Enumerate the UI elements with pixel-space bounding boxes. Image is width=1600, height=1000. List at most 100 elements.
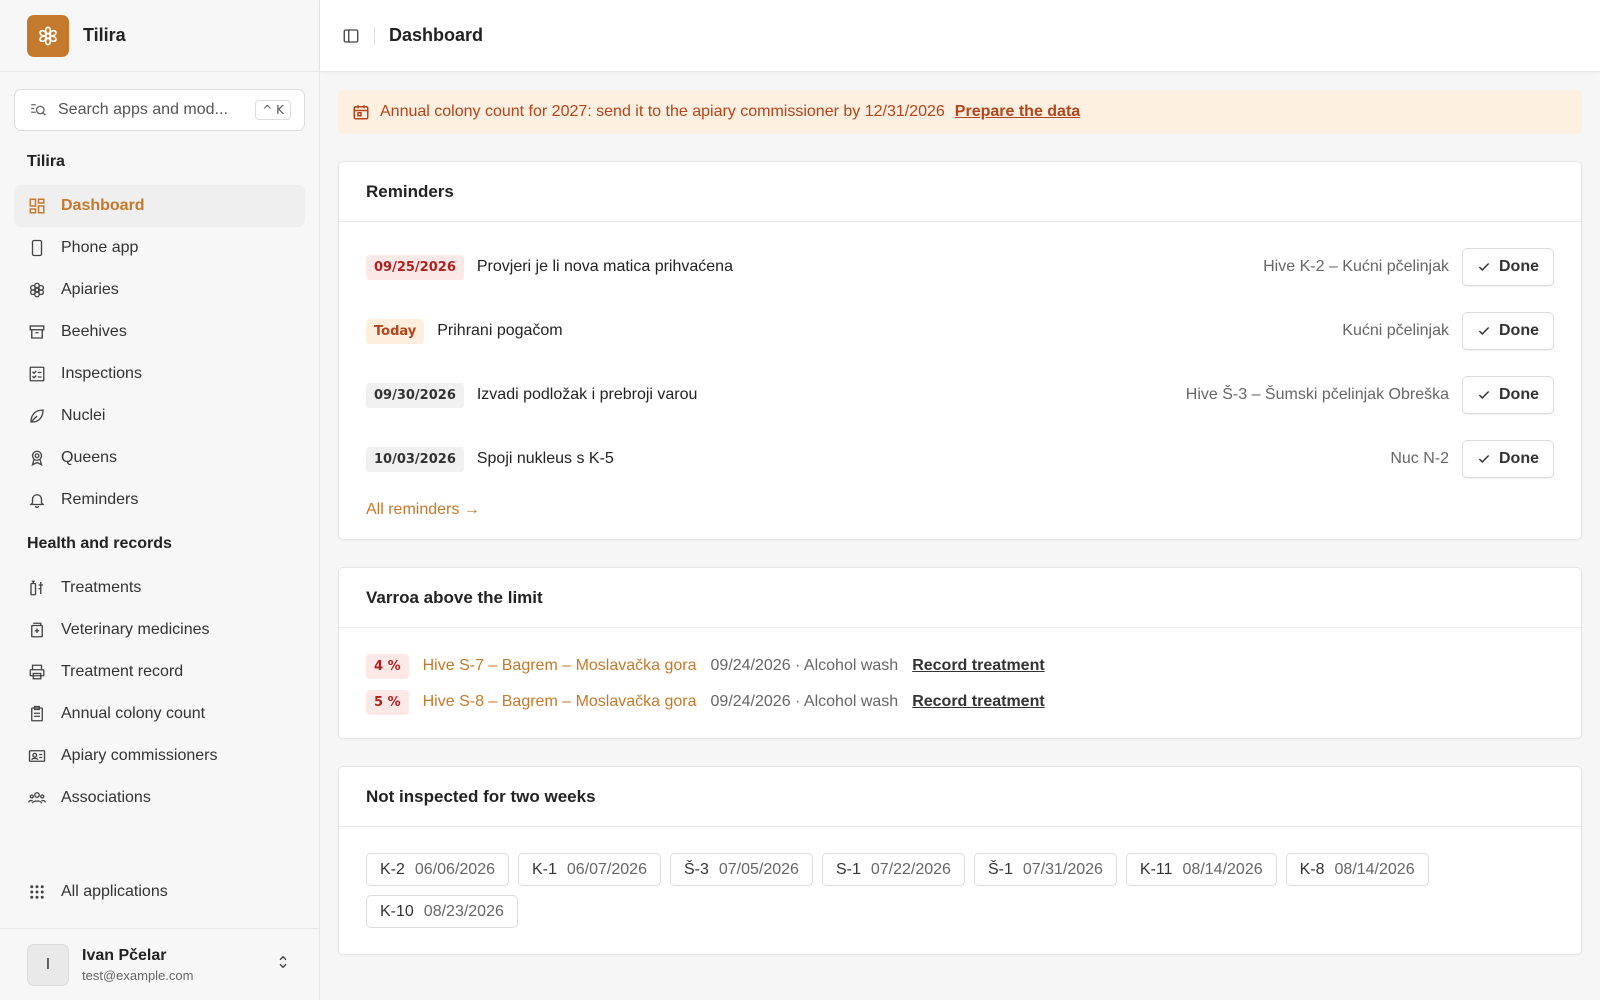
reminder-row: 10/03/2026 Spoji nukleus s K-5 Nuc N-2 D… <box>366 427 1554 491</box>
nav-group-title-health: Health and records <box>27 535 172 552</box>
done-button[interactable]: Done <box>1462 312 1554 350</box>
check-icon <box>1478 262 1490 271</box>
brand[interactable]: Tilira <box>0 0 319 72</box>
bottom-nav: All applications <box>14 871 305 913</box>
varroa-meta: 09/24/2026 · Alcohol wash <box>710 657 899 674</box>
leaf-icon <box>27 406 47 426</box>
reminder-location: Kućni pčelinjak <box>1342 322 1449 339</box>
hive-chip[interactable]: K-8 08/14/2026 <box>1285 853 1429 886</box>
printer-icon <box>27 662 47 682</box>
hive-chip[interactable]: K-1 06/07/2026 <box>517 853 661 886</box>
card-title: Not inspected for two weeks <box>339 767 1581 827</box>
card-title: Reminders <box>339 162 1581 222</box>
id-card-icon <box>27 746 47 766</box>
user-menu[interactable]: I Ivan Pčelar test@example.com <box>0 928 319 1000</box>
hive-link[interactable]: Hive S-8 – Bagrem – Moslavačka gora <box>423 693 697 711</box>
sidebar-item-all-applications[interactable]: All applications <box>14 871 305 913</box>
sidebar-item-associations[interactable]: Associations <box>14 777 305 819</box>
sidebar-item-label: Apiaries <box>61 281 119 298</box>
search-shortcut: ^ K <box>255 100 291 120</box>
dashboard-icon <box>27 196 47 216</box>
search-placeholder: Search apps and mod... <box>58 101 228 118</box>
users-icon <box>27 788 47 808</box>
sidebar-item-veterinary-medicines[interactable]: Veterinary medicines <box>14 609 305 651</box>
sidebar-item-beehives[interactable]: Beehives <box>14 311 305 353</box>
done-button[interactable]: Done <box>1462 440 1554 478</box>
reminder-text: Prihrani pogačom <box>437 322 563 339</box>
percent-badge: 4 % <box>366 653 409 679</box>
hive-chip[interactable]: K-10 08/23/2026 <box>366 895 518 928</box>
hive-link[interactable]: Hive S-7 – Bagrem – Moslavačka gora <box>423 657 697 675</box>
sidebar-item-label: Treatment record <box>61 663 184 680</box>
flower-icon <box>27 280 47 300</box>
divider <box>374 25 375 46</box>
varroa-list: 4 % Hive S-7 – Bagrem – Moslavačka gora … <box>339 628 1581 738</box>
check-icon <box>1478 326 1490 335</box>
hive-chip[interactable]: K-11 08/14/2026 <box>1125 853 1277 886</box>
hive-chip[interactable]: K-2 06/06/2026 <box>366 853 509 886</box>
nav-main: Dashboard Phone app Apiaries Beehives In… <box>14 185 305 521</box>
sidebar-toggle-icon[interactable] <box>340 25 362 47</box>
card-title: Varroa above the limit <box>339 568 1581 628</box>
sidebar-item-reminders[interactable]: Reminders <box>14 479 305 521</box>
sidebar-item-label: Annual colony count <box>61 705 206 722</box>
sidebar-item-label: Reminders <box>61 491 139 508</box>
avatar: I <box>27 943 69 986</box>
check-icon <box>1478 454 1490 463</box>
sidebar-item-nuclei[interactable]: Nuclei <box>14 395 305 437</box>
award-icon <box>27 448 47 468</box>
varroa-row: 5 % Hive S-8 – Bagrem – Moslavačka gora … <box>366 684 1554 720</box>
sidebar-item-label: Associations <box>61 789 151 806</box>
sidebar-item-label: Beehives <box>61 323 127 340</box>
medicine-icon <box>27 620 47 640</box>
hive-chip[interactable]: Š-3 07/05/2026 <box>669 853 813 886</box>
nav-group-title-main: Tilira <box>27 153 65 170</box>
reminder-row: Today Prihrani pogačom Kućni pčelinjak D… <box>366 299 1554 363</box>
dashboard-content: Annual colony count for 2027: send it to… <box>320 72 1600 955</box>
reminder-text: Spoji nukleus s K-5 <box>476 450 614 467</box>
app-name: Tilira <box>83 25 126 45</box>
checklist-icon <box>27 364 47 384</box>
reminders-list: 09/25/2026 Provjeri je li nova matica pr… <box>339 222 1581 539</box>
hive-chip[interactable]: Š-1 07/31/2026 <box>973 853 1117 886</box>
sidebar-item-treatment-record[interactable]: Treatment record <box>14 651 305 693</box>
hive-chip[interactable]: S-1 07/22/2026 <box>821 853 965 886</box>
search-icon <box>28 100 48 120</box>
reminder-location: Hive K-2 – Kućni pčelinjak <box>1263 258 1449 275</box>
sidebar-item-apiary-commissioners[interactable]: Apiary commissioners <box>14 735 305 777</box>
sidebar-item-annual-colony-count[interactable]: Annual colony count <box>14 693 305 735</box>
banner-text: Annual colony count for 2027: send it to… <box>380 103 945 120</box>
reminder-text: Provjeri je li nova matica prihvaćena <box>476 258 733 275</box>
date-badge: 09/25/2026 <box>366 254 464 280</box>
search-input[interactable]: Search apps and mod... ^ K <box>14 89 305 131</box>
sidebar-item-apiaries[interactable]: Apiaries <box>14 269 305 311</box>
sidebar-item-phone-app[interactable]: Phone app <box>14 227 305 269</box>
user-email: test@example.com <box>82 967 194 983</box>
sidebar-item-label: Inspections <box>61 365 142 382</box>
sidebar-item-treatments[interactable]: Treatments <box>14 567 305 609</box>
reminders-card: Reminders 09/25/2026 Provjeri je li nova… <box>338 161 1582 540</box>
sidebar-item-label: All applications <box>61 883 168 900</box>
record-treatment-link[interactable]: Record treatment <box>912 657 1044 675</box>
sidebar-item-inspections[interactable]: Inspections <box>14 353 305 395</box>
chevrons-up-down-icon <box>274 953 292 976</box>
done-button[interactable]: Done <box>1462 376 1554 414</box>
sidebar-item-label: Phone app <box>61 239 139 256</box>
app-logo-icon <box>27 14 69 57</box>
sidebar-item-label: Treatments <box>61 579 142 596</box>
check-icon <box>1478 390 1490 399</box>
syringe-icon <box>27 578 47 598</box>
done-button[interactable]: Done <box>1462 248 1554 286</box>
sidebar-item-queens[interactable]: Queens <box>14 437 305 479</box>
sidebar-item-dashboard[interactable]: Dashboard <box>14 185 305 227</box>
bell-icon <box>27 490 47 510</box>
user-info: Ivan Pčelar test@example.com <box>82 947 274 983</box>
date-badge: 09/30/2026 <box>366 382 464 408</box>
hive-chips: K-2 06/06/2026 K-1 06/07/2026 Š-3 07/05/202… <box>339 827 1581 954</box>
varroa-row: 4 % Hive S-7 – Bagrem – Moslavačka gora … <box>366 648 1554 684</box>
record-treatment-link[interactable]: Record treatment <box>912 693 1044 711</box>
prepare-data-link[interactable]: Prepare the data <box>955 103 1080 121</box>
varroa-meta: 09/24/2026 · Alcohol wash <box>710 693 899 710</box>
all-reminders-link[interactable]: All reminders → <box>366 501 480 519</box>
main-content: Dashboard Annual colony count for 2027: … <box>320 0 1600 1000</box>
